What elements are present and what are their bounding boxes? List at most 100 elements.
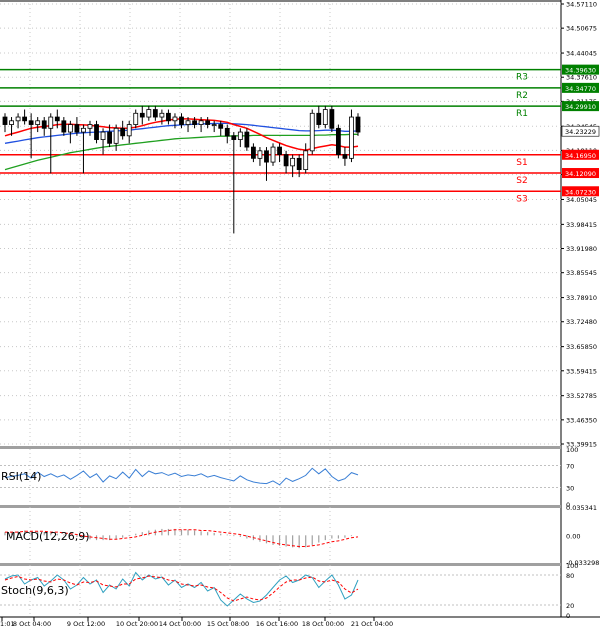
- price-axis-label: 33.98415: [566, 221, 597, 229]
- candle-body: [270, 146, 276, 163]
- candle-body: [192, 120, 197, 125]
- candle-body: [205, 120, 211, 125]
- candle-body: [120, 127, 126, 137]
- current-price-label: 34.23229: [565, 128, 596, 136]
- candle-body: [251, 146, 256, 159]
- candle-body: [224, 127, 230, 137]
- candle-body: [309, 112, 315, 152]
- price-axis-label: 33.65850: [566, 343, 597, 351]
- rsi-axis-label: 100: [566, 446, 578, 454]
- pivot-level-name-s3: S3: [516, 194, 527, 204]
- rsi-axis-label: 30: [566, 485, 574, 493]
- pivot-level-name-r3: R3: [516, 73, 528, 83]
- pivot-level-value-r3: 34.39630: [565, 67, 596, 75]
- pivot-level-value-s1: 34.16950: [565, 152, 596, 160]
- candle: [94, 120, 99, 144]
- candle-body: [107, 131, 112, 144]
- macd-label: MACD(12,26,9): [6, 530, 90, 543]
- rsi-label: RSI(14): [1, 470, 41, 483]
- candle-body: [303, 150, 309, 171]
- candle-body: [94, 124, 99, 140]
- candle-body: [133, 112, 139, 125]
- price-axis-label: 33.59415: [566, 367, 597, 375]
- time-axis-label: 21 Oct 04:00: [351, 620, 393, 628]
- candle-body: [244, 131, 250, 148]
- time-axis-label: 18 Oct 00:00: [302, 620, 344, 628]
- candle-body: [211, 124, 217, 126]
- candle-body: [54, 116, 60, 122]
- candle: [335, 124, 341, 159]
- candle-body: [277, 146, 282, 155]
- candle-body: [179, 116, 184, 125]
- chart-root: 34.5711034.5067534.4404534.3761034.31175…: [0, 0, 600, 630]
- pivot-level-value-s3: 34.07230: [565, 188, 596, 196]
- candle-body: [61, 120, 67, 133]
- chart-background: [0, 0, 599, 629]
- rsi-axis-label: 70: [566, 463, 574, 471]
- stoch-axis-label: 80: [566, 572, 574, 580]
- candle-body: [349, 116, 354, 159]
- pivot-level-value-r2: 34.34770: [565, 85, 596, 93]
- pivot-level-value-r1: 34.29910: [565, 103, 596, 111]
- candle-body: [322, 109, 328, 125]
- price-axis-label: 34.37610: [566, 74, 597, 82]
- price-axis-label: 33.72480: [566, 318, 597, 326]
- pivot-level-name-s2: S2: [516, 176, 527, 186]
- candle: [355, 113, 361, 136]
- time-axis-label: 16 Oct 16:00: [256, 620, 298, 628]
- stoch-axis-label: 20: [566, 602, 574, 610]
- macd-axis-label: 0.00: [566, 532, 580, 540]
- candle-body: [159, 112, 165, 118]
- price-axis-label: 34.50675: [566, 25, 597, 33]
- time-axis-label: 8 Oct 04:00: [13, 620, 51, 628]
- pivot-level-name-s1: S1: [516, 158, 527, 168]
- candle: [309, 109, 315, 155]
- candle-body: [198, 120, 204, 125]
- pivot-level-name-r2: R2: [516, 91, 528, 101]
- candle-body: [237, 131, 243, 140]
- candle-body: [48, 116, 54, 129]
- candle-body: [113, 127, 119, 144]
- price-axis-label: 33.85545: [566, 269, 597, 277]
- candle-body: [231, 135, 237, 140]
- macd-axis-label: 0.035341: [566, 504, 597, 512]
- candle-body: [35, 120, 41, 125]
- stoch-label: Stoch(9,6,3): [1, 584, 69, 597]
- candle: [270, 143, 276, 166]
- candle-body: [316, 112, 322, 125]
- pane-separator: [0, 446, 561, 449]
- candle-body: [15, 116, 21, 122]
- candle-body: [67, 124, 73, 133]
- candle-body: [185, 120, 191, 125]
- candle-body: [126, 124, 132, 137]
- candle: [322, 105, 328, 129]
- price-axis-label: 33.46350: [566, 416, 597, 424]
- candle-body: [296, 157, 302, 171]
- candle-body: [172, 116, 178, 122]
- candle-body: [283, 154, 289, 167]
- candle-body: [100, 131, 106, 140]
- price-axis-label: 33.52785: [566, 392, 597, 400]
- price-axis-label: 33.91980: [566, 245, 597, 253]
- candle-body: [146, 109, 152, 118]
- stoch-axis-label: 100: [566, 562, 578, 570]
- candle-body: [41, 120, 47, 129]
- candle-body: [290, 157, 296, 167]
- candle-body: [355, 116, 361, 133]
- candle: [244, 128, 250, 151]
- pivot-level-value-s2: 34.12090: [565, 170, 596, 178]
- candle-body: [329, 109, 335, 129]
- candle: [349, 109, 354, 163]
- time-axis-label: 15 Oct 08:00: [207, 620, 249, 628]
- candle-body: [81, 127, 86, 133]
- candle-body: [9, 120, 14, 125]
- candle-body: [152, 109, 158, 118]
- candle-body: [257, 150, 263, 159]
- candle-body: [342, 154, 348, 159]
- price-axis-label: 34.44045: [566, 50, 597, 58]
- candle-body: [264, 150, 269, 163]
- candle-body: [218, 124, 224, 129]
- candle-body: [87, 124, 93, 129]
- chart-svg: 34.5711034.5067534.4404534.3761034.31175…: [0, 0, 600, 629]
- candle-body: [28, 120, 34, 125]
